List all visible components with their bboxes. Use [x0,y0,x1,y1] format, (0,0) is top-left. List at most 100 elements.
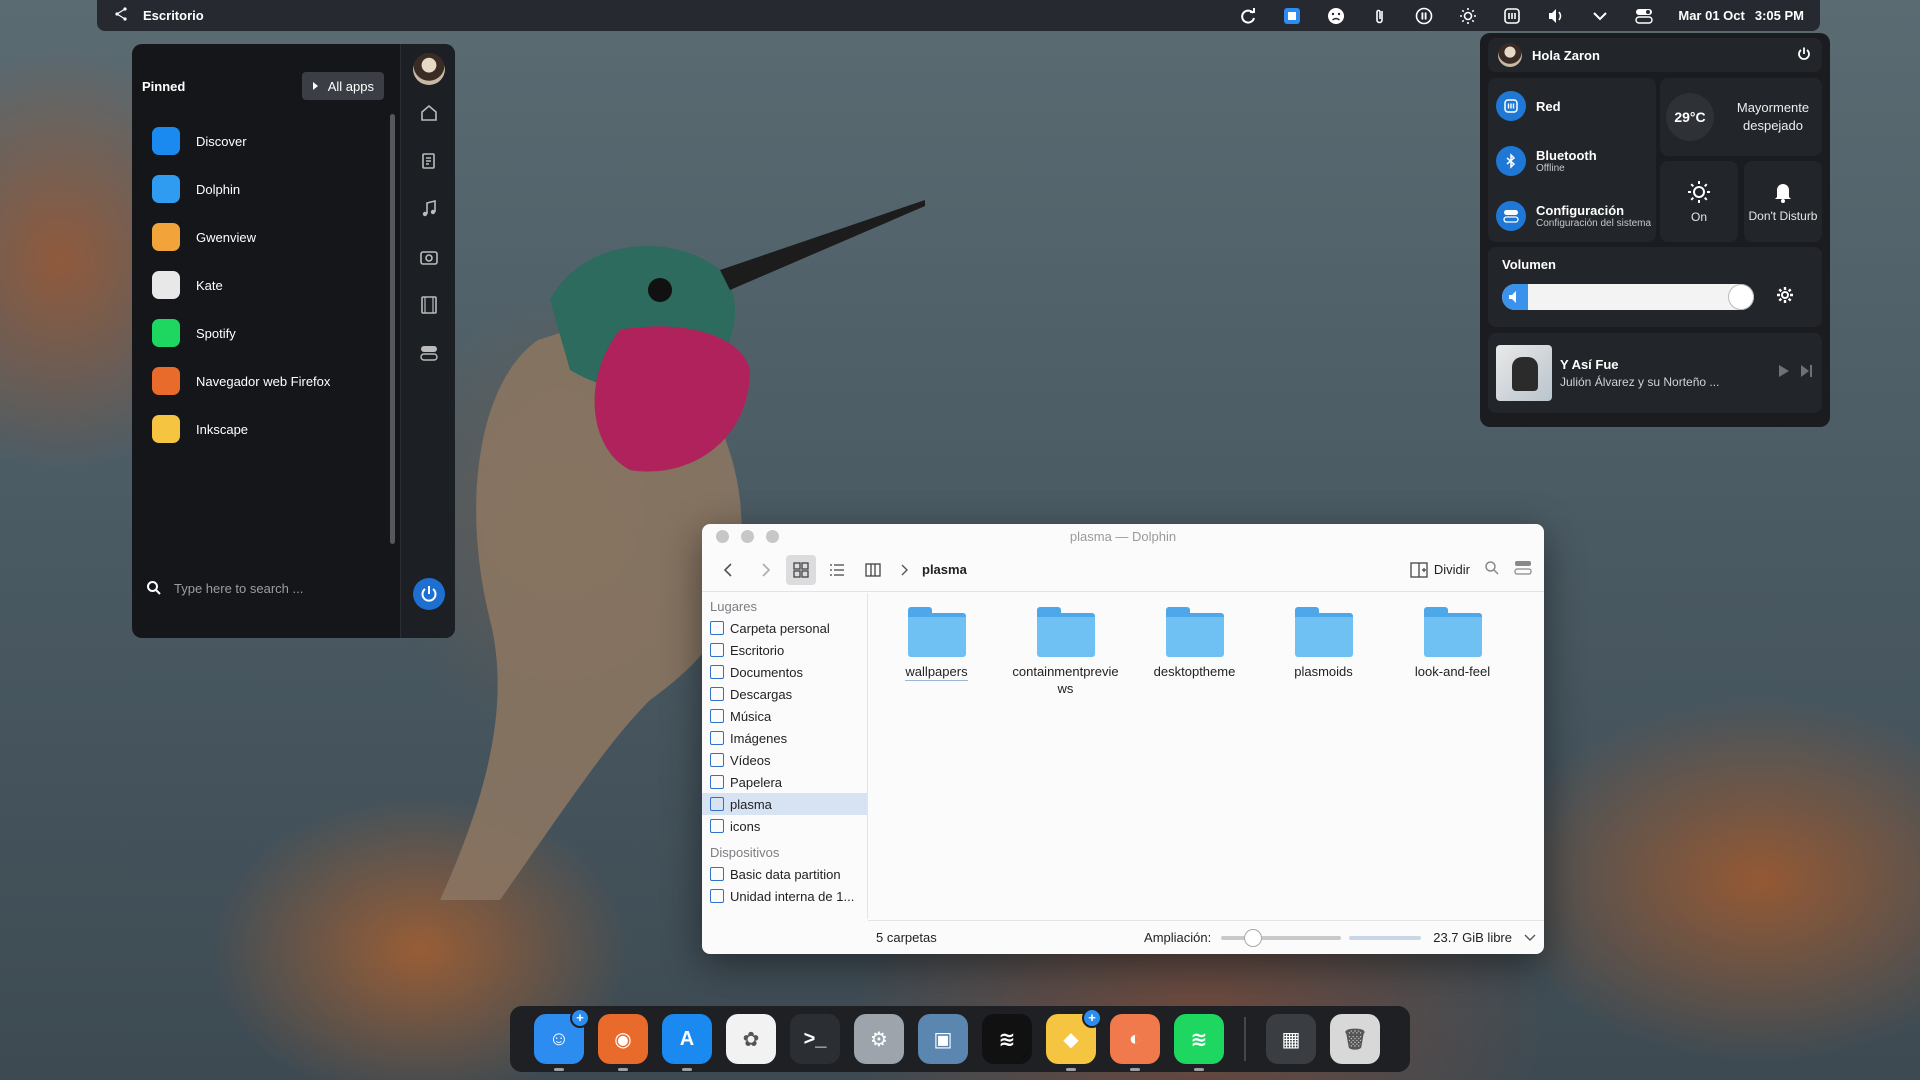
place-label: plasma [730,796,772,812]
brightness-tile-label: On [1690,209,1707,224]
launcher-scrollbar[interactable] [390,114,395,544]
place-item[interactable]: Carpeta personal [702,617,867,639]
qs-power-icon[interactable] [1796,46,1812,65]
pinned-app-4[interactable]: Kate [152,261,382,309]
documents-icon[interactable] [417,149,441,173]
folder-item[interactable]: plasmoids [1267,607,1380,680]
network-icon[interactable] [1502,6,1522,26]
volume-knob[interactable] [1728,284,1754,310]
blue-app-icon[interactable] [1282,6,1302,26]
place-item[interactable]: Música [702,705,867,727]
volume-icon[interactable] [1546,6,1566,26]
photos-icon[interactable]: ✿ [726,1014,776,1064]
columns-view-button[interactable] [858,555,888,585]
video-icon[interactable] [417,293,441,317]
appstore-icon[interactable]: A [662,1014,712,1071]
place-label: Música [730,708,772,724]
user-avatar[interactable] [413,53,445,85]
chevron-down-icon[interactable] [1590,6,1610,26]
device-item[interactable]: Unidad interna de 1... [702,885,867,907]
bluetooth-toggle[interactable]: Bluetooth Offline [1496,141,1660,181]
details-view-button[interactable] [822,555,852,585]
firefox-icon[interactable]: ◉ [598,1014,648,1071]
forward-button[interactable] [750,555,780,585]
pinned-app-label: Navegador web Firefox [196,373,331,389]
next-icon[interactable] [1800,364,1814,383]
pinned-app-1[interactable]: Discover [152,117,382,165]
face-icon[interactable] [1326,6,1346,26]
camera-icon[interactable] [417,245,441,269]
back-button[interactable] [714,555,744,585]
pinned-app-5[interactable]: Spotify [152,309,382,357]
weather-card[interactable]: 29°C Mayormente despejado [1660,78,1822,156]
all-apps-button[interactable]: All apps [301,72,384,100]
place-item[interactable]: Descargas [702,683,867,705]
chevron-down-icon[interactable] [1524,934,1536,942]
preview-icon[interactable]: ◐ [1110,1014,1160,1071]
caret-right-icon [312,82,318,90]
clock[interactable]: Mar 01 Oct 3:05 PM [1678,8,1804,23]
music-icon[interactable] [417,197,441,221]
zoom-slider[interactable] [1221,928,1342,947]
volume-settings-icon[interactable] [1776,286,1794,309]
breadcrumb[interactable]: plasma [900,562,967,577]
volume-slider[interactable] [1502,284,1754,310]
terminal-icon[interactable]: >_ [790,1014,840,1064]
search-icon [147,581,161,595]
menu-icon[interactable] [1514,560,1532,579]
pinned-app-3[interactable]: Gwenview [152,213,382,261]
place-label: Escritorio [730,642,785,658]
brightness-icon [1688,180,1710,203]
folder-item[interactable]: desktoptheme [1138,607,1251,680]
pause-icon[interactable] [1414,6,1434,26]
place-item[interactable]: plasma [702,793,867,815]
folder-icon [710,753,724,767]
home-icon[interactable] [417,101,441,125]
split-button[interactable]: Dividir [1410,561,1470,578]
place-item[interactable]: Documentos [702,661,867,683]
pinned-app-2[interactable]: Dolphin [152,165,382,213]
zoom-knob[interactable] [1243,928,1262,947]
folder-item[interactable]: look-and-feel [1396,607,1509,680]
settings-icon[interactable]: ⚙ [854,1014,904,1064]
place-item[interactable]: Papelera [702,771,867,793]
pinned-app-7[interactable]: Inkscape [152,405,382,453]
search-icon[interactable] [1484,560,1500,579]
breadcrumb-current[interactable]: plasma [922,562,967,577]
controls-icon[interactable] [1634,6,1654,26]
place-item[interactable]: Imágenes [702,727,867,749]
trash-icon[interactable]: 🗑 [1330,1014,1380,1064]
grid-icon [793,561,809,578]
folder-item[interactable]: containmentpreviews [1009,607,1122,697]
paperclip-icon[interactable] [1370,6,1390,26]
settings-shortcut[interactable]: Configuración Configuración del sistema [1496,196,1660,236]
activities-icon[interactable] [113,5,131,26]
power-button[interactable] [413,578,445,610]
finder-icon[interactable]: ☺ + [534,1008,590,1071]
spotify-green-icon[interactable]: ≋ [1174,1014,1224,1071]
place-item[interactable]: Vídeos [702,749,867,771]
launcher-search[interactable]: Type here to search ... [146,574,386,602]
workspace-label[interactable]: Escritorio [143,8,204,23]
network-toggle[interactable]: Red [1496,86,1660,126]
dock: ☺ + ◉ A ✿ >_ ⚙ ▣ ≋ ◆ + ◐ ≋ ▦ 🗑 [510,1006,1410,1072]
window-titlebar[interactable]: plasma — Dolphin [702,524,1544,548]
icons-view-button[interactable] [786,554,816,585]
screenshot-icon[interactable]: ▣ [918,1014,968,1064]
device-item[interactable]: Basic data partition [702,863,867,885]
sketch-icon[interactable]: ◆ + [1046,1008,1102,1071]
pinned-app-6[interactable]: Navegador web Firefox [152,357,382,405]
spotify-icon[interactable]: ≋ [982,1014,1032,1064]
refresh-icon[interactable] [1238,6,1258,26]
brightness-icon[interactable] [1458,6,1478,26]
brightness-tile[interactable]: On [1660,161,1738,242]
play-icon[interactable] [1778,364,1790,383]
calculator-icon[interactable]: ▦ [1266,1014,1316,1064]
folder-item[interactable]: wallpapers [880,607,993,681]
dnd-tile[interactable]: Don't Disturb [1744,161,1822,242]
place-item[interactable]: icons [702,815,867,837]
place-item[interactable]: Escritorio [702,639,867,661]
toggles-icon[interactable] [417,341,441,365]
dock-glyph: 🗑 [1342,1028,1368,1051]
toggles-icon [1496,201,1526,231]
